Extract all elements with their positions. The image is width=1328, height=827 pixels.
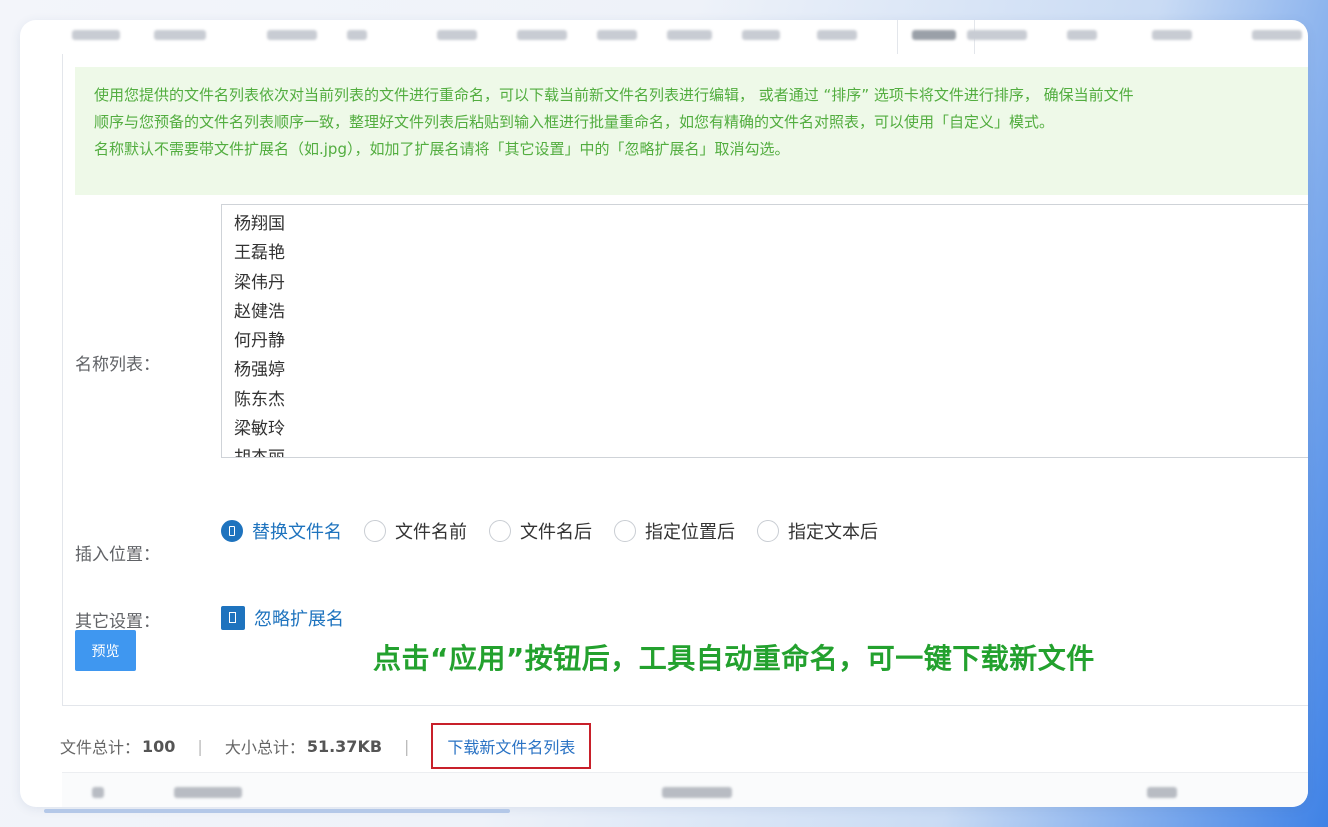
radio-label: 文件名前	[395, 522, 467, 543]
radio-unchecked-icon	[757, 520, 779, 542]
radio-checked-icon	[221, 520, 243, 542]
radio-label: 指定文本后	[788, 522, 878, 543]
checkbox-checked-icon	[221, 606, 245, 630]
insert-position-label: 插入位置：	[75, 545, 160, 565]
ignore-extension-checkbox[interactable]: 忽略扩展名	[221, 605, 344, 631]
tab-item[interactable]	[597, 30, 637, 40]
tab-bar	[62, 20, 1308, 55]
app-window: 使用您提供的文件名列表依次对当前列表的文件进行重命名，可以下载当前新文件名列表进…	[20, 20, 1308, 807]
radio-after-text[interactable]: 指定文本后	[757, 518, 878, 544]
tab-item[interactable]	[1067, 30, 1097, 40]
file-table-header	[62, 772, 1308, 807]
name-line: 梁伟丹	[234, 272, 285, 293]
size-total-label: 大小总计：	[224, 738, 305, 757]
column-header[interactable]	[662, 787, 732, 798]
divider: |	[197, 736, 203, 756]
tab-item[interactable]	[517, 30, 567, 40]
annotation-caption: 点击“应用”按钮后，工具自动重命名，可一键下载新文件	[373, 642, 1095, 675]
file-count-value: 100	[142, 736, 176, 756]
radio-label: 文件名后	[520, 522, 592, 543]
name-line: 杨翔国	[234, 214, 285, 234]
name-line: 陈东杰	[234, 389, 285, 410]
radio-replace-filename[interactable]: 替换文件名	[221, 518, 342, 544]
name-line: 梁敏玲	[234, 419, 285, 440]
divider: |	[404, 736, 410, 756]
column-header[interactable]	[174, 787, 242, 798]
tab-item[interactable]	[267, 30, 317, 40]
notice-line-2: 顺序与您预备的文件名列表顺序一致，整理好文件列表后粘贴到输入框进行批量重命名，如…	[94, 113, 1055, 131]
radio-after-position[interactable]: 指定位置后	[614, 518, 735, 544]
tab-item[interactable]	[1252, 30, 1302, 40]
tab-rename-active[interactable]	[897, 20, 975, 54]
notice-line-3: 名称默认不需要带文件扩展名（如.jpg），如加了扩展名请将「其它设置」中的「忽略…	[94, 140, 790, 158]
tab-item[interactable]	[742, 30, 780, 40]
column-header[interactable]	[92, 787, 104, 798]
radio-unchecked-icon	[489, 520, 511, 542]
radio-before-filename[interactable]: 文件名前	[364, 518, 467, 544]
name-list-textarea[interactable]: 杨翔国 王磊艳 梁伟丹 赵健浩 何丹静 杨强婷 陈东杰 梁敏玲 胡杰丽	[221, 204, 1308, 458]
tab-item[interactable]	[437, 30, 477, 40]
name-line: 王磊艳	[234, 243, 285, 264]
radio-label: 指定位置后	[645, 522, 735, 543]
radio-label: 替换文件名	[252, 522, 342, 543]
insert-position-group: 替换文件名 文件名前 文件名后 指定位置后 指定文本后	[221, 516, 900, 546]
name-line: 何丹静	[234, 331, 285, 352]
radio-unchecked-icon	[614, 520, 636, 542]
tab-item[interactable]	[72, 30, 120, 40]
tab-item[interactable]	[817, 30, 857, 40]
file-count-label: 文件总计：	[60, 738, 141, 757]
column-header[interactable]	[1147, 787, 1177, 798]
tab-item[interactable]	[347, 30, 367, 40]
name-line: 胡杰丽	[234, 444, 1308, 457]
tab-item[interactable]	[154, 30, 206, 40]
radio-after-filename[interactable]: 文件名后	[489, 518, 592, 544]
other-settings-label: 其它设置：	[75, 612, 160, 632]
ignore-extension-label: 忽略扩展名	[254, 609, 344, 630]
notice-line-1: 使用您提供的文件名列表依次对当前列表的文件进行重命名，可以下载当前新文件名列表进…	[94, 86, 1134, 104]
preview-button[interactable]: 预览	[75, 630, 136, 671]
rename-panel: 使用您提供的文件名列表依次对当前列表的文件进行重命名，可以下载当前新文件名列表进…	[62, 54, 1308, 706]
tab-item[interactable]	[667, 30, 712, 40]
horizontal-scrollbar[interactable]	[44, 809, 510, 813]
name-list-label: 名称列表：	[75, 355, 160, 375]
tab-item[interactable]	[1152, 30, 1192, 40]
radio-unchecked-icon	[364, 520, 386, 542]
name-line: 杨强婷	[234, 360, 285, 381]
download-new-filename-list-link[interactable]: 下载新文件名列表	[431, 723, 592, 769]
size-total-value: 51.37KB	[306, 736, 383, 756]
tab-item[interactable]	[967, 30, 1027, 40]
tab-item	[912, 30, 956, 40]
info-notice: 使用您提供的文件名列表依次对当前列表的文件进行重命名，可以下载当前新文件名列表进…	[75, 67, 1308, 195]
stats-bar: 文件总计： 100 | 大小总计： 51.37KB | 下载新文件名列表	[60, 722, 592, 770]
name-line: 赵健浩	[234, 301, 285, 322]
